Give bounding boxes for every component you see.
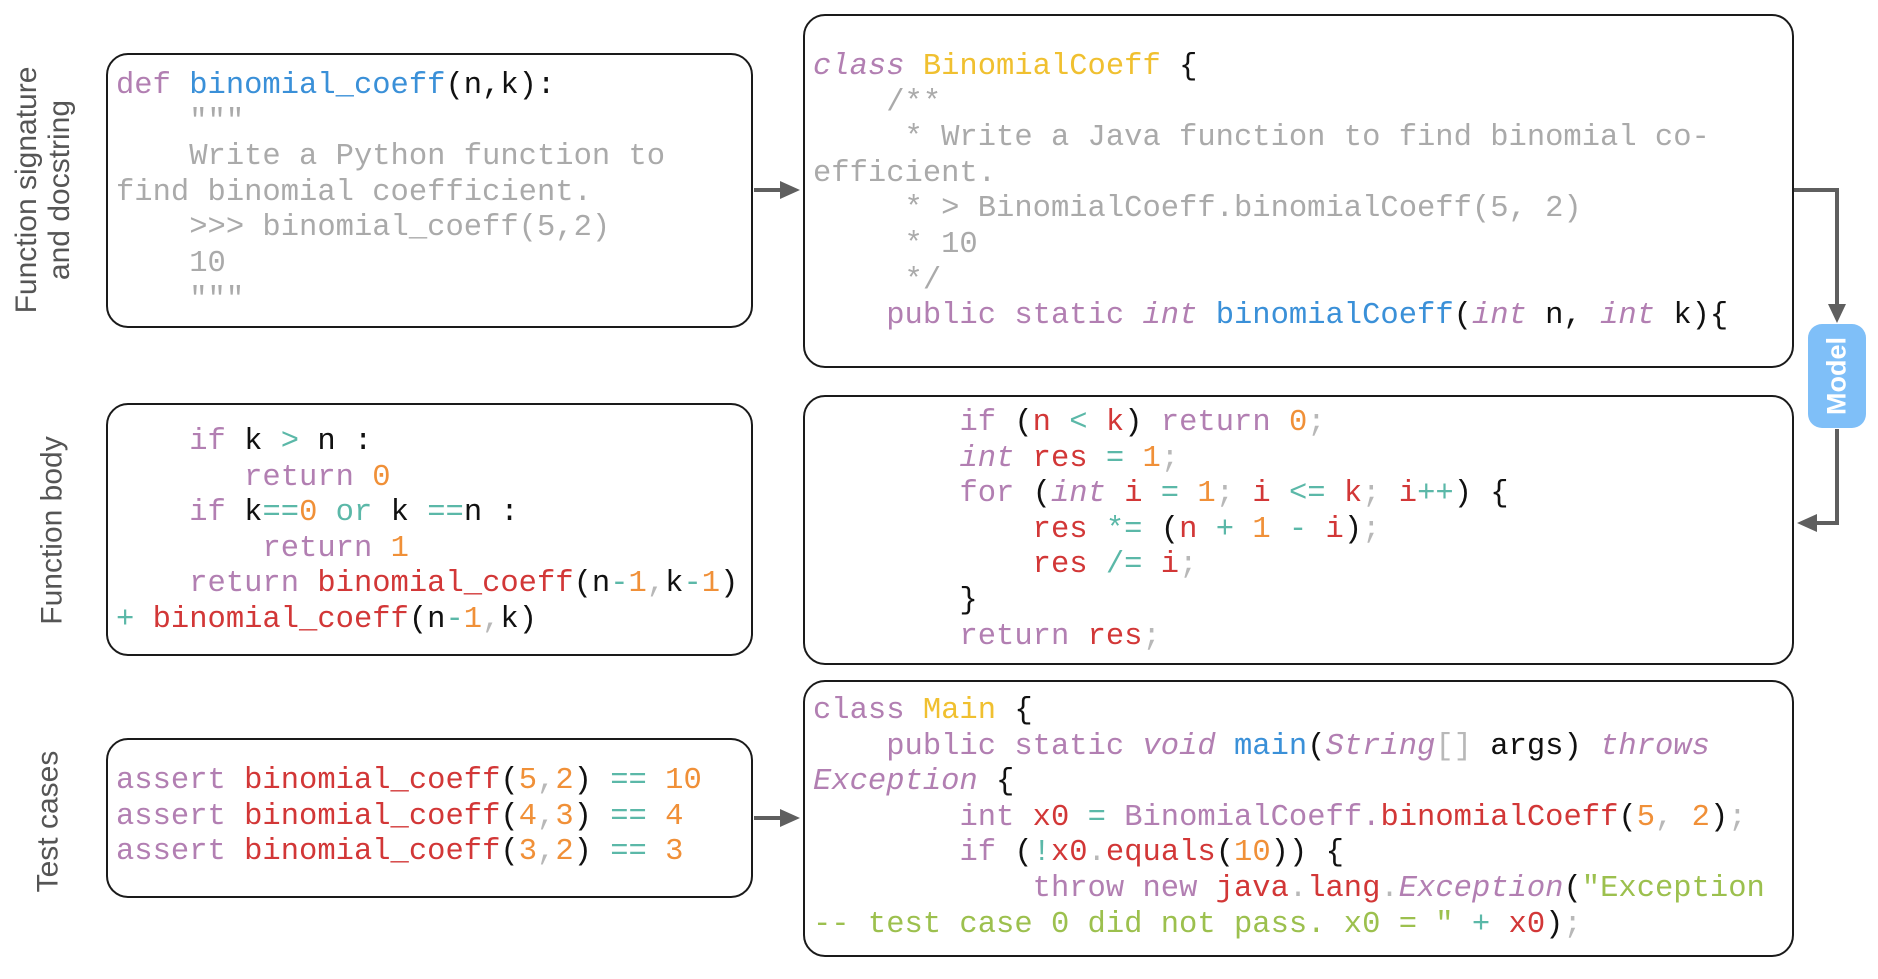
- arrow-tests-to-java-icon: [754, 809, 800, 827]
- arrow-signature-to-java-icon: [754, 181, 800, 199]
- arrow-model-to-body-icon: [1797, 429, 1839, 532]
- arrows-layer: [754, 181, 1846, 827]
- model-label: Model: [1821, 337, 1852, 415]
- arrow-java-to-model-icon: [1794, 188, 1846, 323]
- model-badge: Model: [1808, 324, 1866, 428]
